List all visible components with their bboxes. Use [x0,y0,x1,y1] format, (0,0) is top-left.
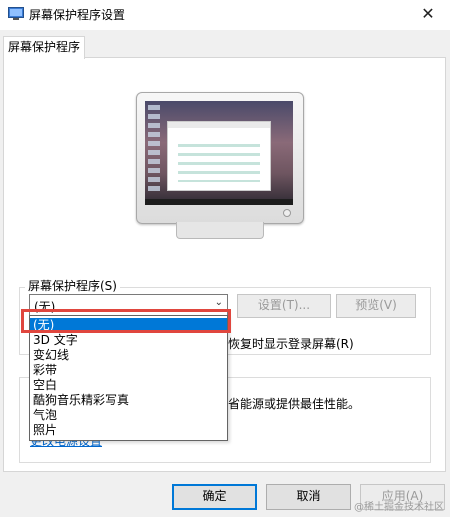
close-icon: ✕ [421,4,435,23]
desktop-icons [148,105,160,195]
dropdown-option[interactable]: 3D 文字 [30,333,227,348]
dropdown-option[interactable]: 气泡 [30,408,227,423]
dropdown-option[interactable]: 变幻线 [30,348,227,363]
dropdown-option[interactable]: 彩带 [30,363,227,378]
dropdown-option[interactable]: 照片 [30,423,227,438]
window-header-thumbnail [168,122,270,128]
ok-button[interactable]: 确定 [172,484,257,510]
power-button-icon [283,209,291,217]
watermark: @稀土掘金技术社区 [354,502,444,513]
close-button[interactable]: ✕ [406,0,450,30]
window-content-thumbnail [178,144,260,182]
tab-screensaver[interactable]: 屏幕保护程序 [3,36,85,59]
chevron-down-icon: ⌄ [214,297,223,308]
annotation-highlight-box [21,309,231,333]
window-title: 屏幕保护程序设置 [29,8,126,22]
monitor-frame [136,92,304,224]
screensaver-app-icon [8,7,24,20]
screensaver-dropdown-list: (无) 3D 文字 变幻线 彩带 空白 酷狗音乐精彩写真 气泡 照片 [29,315,228,441]
power-description: 省能源或提供最佳性能。 [228,397,361,411]
settings-button[interactable]: 设置(T)... [237,294,331,318]
monitor-base [176,222,264,239]
taskbar-thumbnail [145,199,293,205]
dropdown-option[interactable]: 酷狗音乐精彩写真 [30,393,227,408]
resume-login-checkbox-label[interactable]: 恢复时显示登录屏幕(R) [228,335,354,352]
cancel-button[interactable]: 取消 [266,484,351,510]
monitor-preview [136,92,304,240]
desktop-window-thumbnail [167,121,271,191]
dropdown-option[interactable]: 空白 [30,378,227,393]
title-bar: 屏幕保护程序设置 ✕ [0,0,450,30]
preview-button[interactable]: 预览(V) [336,294,416,318]
screensaver-group-label: 屏幕保护程序(S) [25,277,120,294]
preview-screen [145,101,293,205]
